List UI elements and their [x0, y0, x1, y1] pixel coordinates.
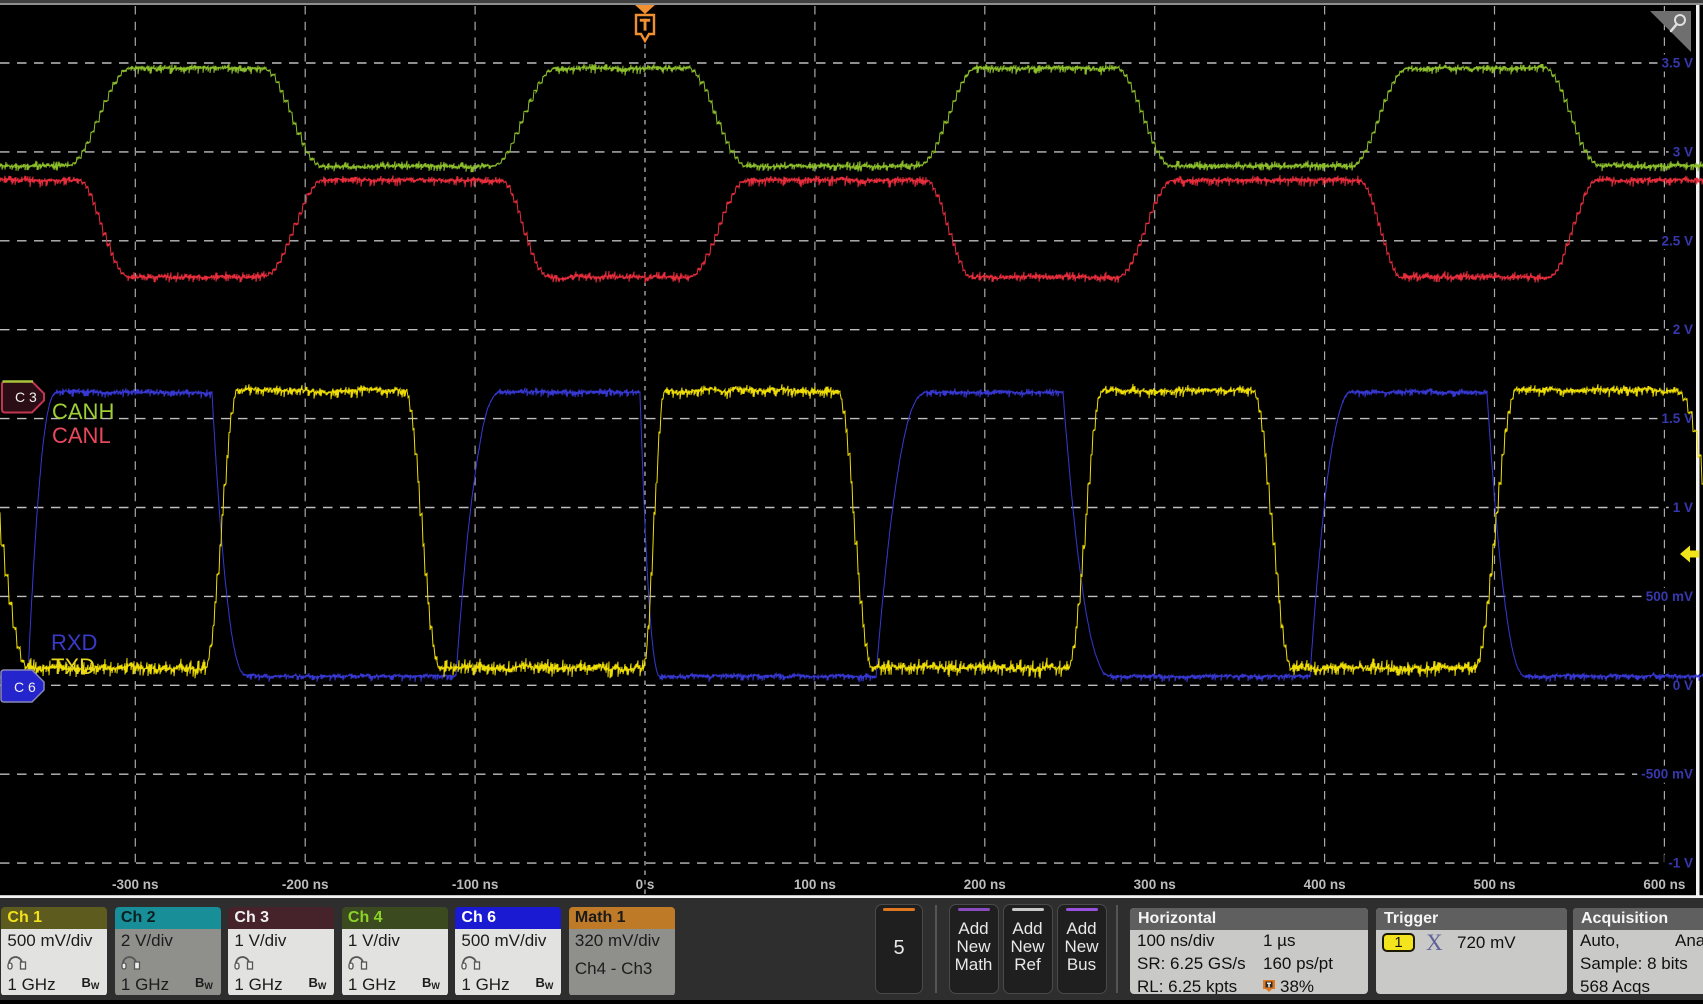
svg-text:-1 V: -1 V	[1668, 856, 1693, 871]
svg-text:3.5 V: 3.5 V	[1661, 56, 1693, 71]
svg-text:RXD: RXD	[51, 630, 97, 655]
svg-text:1 V: 1 V	[1673, 500, 1693, 515]
svg-text:0 s: 0 s	[636, 877, 655, 892]
svg-text:500 ns: 500 ns	[1473, 877, 1515, 892]
svg-text:600 ns: 600 ns	[1643, 877, 1685, 892]
svg-text:300 ns: 300 ns	[1134, 877, 1176, 892]
svg-text:100 ns: 100 ns	[794, 877, 836, 892]
svg-text:CANH: CANH	[52, 399, 114, 424]
svg-text:2.5 V: 2.5 V	[1661, 233, 1693, 248]
svg-text:500 mV: 500 mV	[1646, 589, 1693, 604]
svg-text:-300 ns: -300 ns	[112, 877, 159, 892]
svg-text:-100 ns: -100 ns	[452, 877, 499, 892]
svg-text:C 6: C 6	[14, 679, 36, 695]
svg-text:200 ns: 200 ns	[964, 877, 1006, 892]
svg-text:CANL: CANL	[52, 423, 111, 448]
svg-text:-500 mV: -500 mV	[1641, 767, 1693, 782]
svg-text:TXD: TXD	[51, 654, 95, 679]
svg-text:1.5 V: 1.5 V	[1661, 411, 1693, 426]
svg-text:-200 ns: -200 ns	[282, 877, 329, 892]
svg-text:C 3: C 3	[15, 389, 37, 405]
svg-text:400 ns: 400 ns	[1304, 877, 1346, 892]
svg-text:2 V: 2 V	[1673, 322, 1693, 337]
svg-text:3 V: 3 V	[1673, 144, 1693, 159]
